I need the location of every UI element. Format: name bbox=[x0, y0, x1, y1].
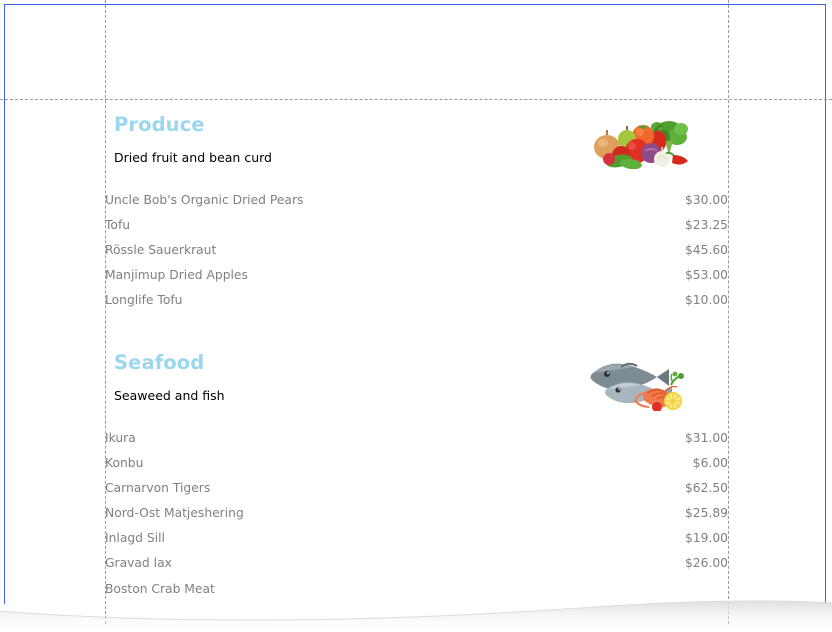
product-price: $30.00 bbox=[684, 192, 728, 207]
product-name: Inlagd Sill bbox=[105, 531, 165, 546]
product-name: Nord-Ost Matjeshering bbox=[105, 506, 244, 521]
table-row: Konbu $6.00 bbox=[105, 450, 728, 475]
table-row: Inlagd Sill $19.00 bbox=[105, 526, 728, 551]
product-name: Tofu bbox=[105, 217, 131, 232]
product-price: $45.60 bbox=[684, 242, 728, 257]
table-row: Nord-Ost Matjeshering $25.89 bbox=[105, 501, 728, 526]
product-name: Carnarvon Tigers bbox=[105, 480, 211, 495]
product-table: Ikura $31.00 Konbu $6.00 Carnarvon Tiger… bbox=[105, 425, 728, 601]
product-name: Gravad lax bbox=[105, 556, 172, 571]
table-row: Rössle Sauerkraut $45.60 bbox=[105, 237, 728, 262]
product-price: $10.00 bbox=[684, 293, 728, 308]
product-price: $23.25 bbox=[684, 217, 728, 232]
product-price: $62.50 bbox=[684, 480, 728, 495]
product-name: Konbu bbox=[105, 455, 144, 470]
product-name: Longlife Tofu bbox=[105, 293, 183, 308]
product-price: $25.89 bbox=[684, 506, 728, 521]
product-price bbox=[558, 576, 728, 601]
fish-photo bbox=[585, 349, 693, 411]
product-table: Uncle Bob's Organic Dried Pears $30.00 T… bbox=[105, 187, 728, 313]
table-row: Longlife Tofu $10.00 bbox=[105, 288, 728, 313]
vegetables-photo bbox=[585, 111, 693, 173]
table-row: Tofu $23.25 bbox=[105, 212, 728, 237]
product-name: Ikura bbox=[105, 430, 136, 445]
table-row: Gravad lax $26.00 bbox=[105, 551, 728, 576]
product-price: $6.00 bbox=[692, 455, 728, 470]
product-price: $53.00 bbox=[684, 268, 728, 283]
table-row: Ikura $31.00 bbox=[105, 425, 728, 450]
margin-guide-right bbox=[728, 0, 729, 624]
product-price: $19.00 bbox=[684, 531, 728, 546]
product-name: Rössle Sauerkraut bbox=[105, 242, 217, 257]
product-name: Uncle Bob's Organic Dried Pears bbox=[105, 192, 304, 207]
category-section-produce: Produce Dried fruit and bean curd Uncle … bbox=[105, 99, 728, 313]
product-name: Boston Crab Meat bbox=[105, 581, 215, 596]
document-page: Produce Dried fruit and bean curd Uncle … bbox=[0, 0, 832, 632]
document-content: Produce Dried fruit and bean curd Uncle … bbox=[105, 99, 728, 601]
product-name: Manjimup Dried Apples bbox=[105, 268, 248, 283]
table-row: Manjimup Dried Apples $53.00 bbox=[105, 263, 728, 288]
table-row: Carnarvon Tigers $62.50 bbox=[105, 475, 728, 500]
category-section-seafood: Seafood Seaweed and fish Ikura $31.00 Ko… bbox=[105, 337, 728, 601]
page-border-left bbox=[4, 4, 5, 604]
page-border-right bbox=[825, 4, 826, 604]
product-price: $31.00 bbox=[684, 430, 728, 445]
table-row: Uncle Bob's Organic Dried Pears $30.00 bbox=[105, 187, 728, 212]
product-price: $26.00 bbox=[684, 556, 728, 571]
page-border-top bbox=[4, 4, 826, 5]
table-row: Boston Crab Meat bbox=[105, 576, 728, 601]
